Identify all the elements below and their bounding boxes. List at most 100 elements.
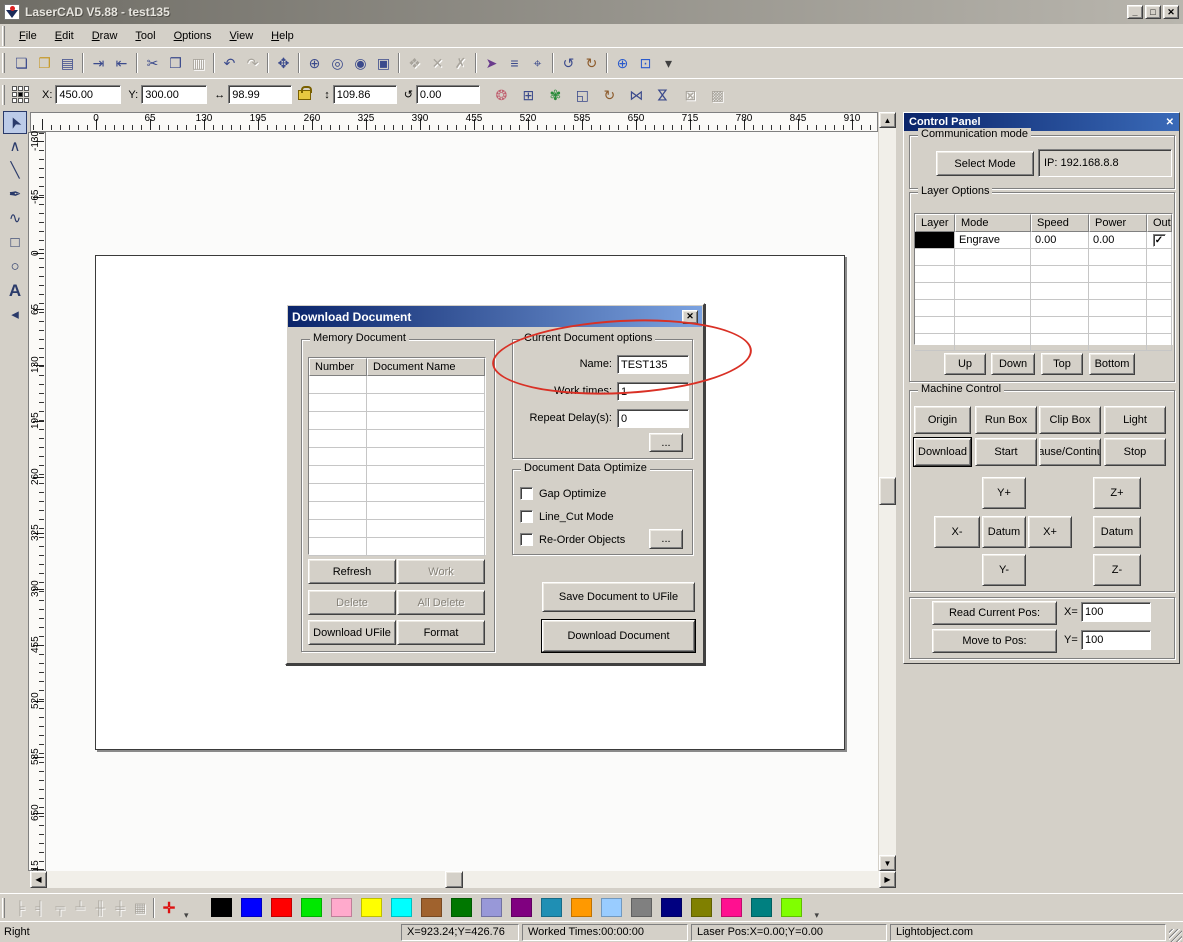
color-swatch[interactable] <box>331 898 352 917</box>
repeat-delay-input[interactable] <box>617 409 689 428</box>
jog-z-z--button[interactable]: Z- <box>1093 554 1141 586</box>
export-file-icon[interactable]: ⇤ <box>110 52 133 74</box>
work-times-input[interactable] <box>617 382 689 401</box>
layer-table[interactable]: LayerModeSpeedPowerOut...Engrave0.000.00… <box>914 213 1173 345</box>
mirror-vertical-icon[interactable]: ⋈ <box>652 84 675 106</box>
jog-y-plus-button[interactable]: Y+ <box>982 477 1026 509</box>
download-ufile-button[interactable]: Download UFile <box>308 620 396 645</box>
palette-overflow-icon[interactable]: ▾ <box>815 910 820 921</box>
layer-top-button[interactable]: Top <box>1041 353 1083 375</box>
aspect-lock-icon[interactable] <box>298 90 311 100</box>
color-swatch[interactable] <box>721 898 742 917</box>
start-button[interactable]: Start <box>975 438 1037 466</box>
stamp-icon[interactable]: ❂ <box>490 84 513 106</box>
color-swatch[interactable] <box>211 898 232 917</box>
ellipse-tool[interactable]: ○ <box>3 255 27 278</box>
copy-icon[interactable]: ❐ <box>164 52 187 74</box>
color-swatch[interactable] <box>241 898 262 917</box>
pick-tool-icon[interactable]: ➤ <box>480 52 503 74</box>
color-swatch[interactable] <box>541 898 562 917</box>
color-swatch[interactable] <box>631 898 652 917</box>
minimize-button[interactable]: _ <box>1127 5 1143 19</box>
jog-x-plus-button[interactable]: X+ <box>1028 516 1072 548</box>
text-tool[interactable]: A <box>3 279 27 302</box>
rotation-input[interactable] <box>416 85 480 104</box>
rotate-object-icon[interactable]: ↻ <box>598 84 621 106</box>
format-button[interactable]: Format <box>397 620 485 645</box>
open-file-icon[interactable]: ❐ <box>33 52 56 74</box>
toolbar-overflow-icon[interactable]: ▾ <box>657 52 680 74</box>
clip-box-button[interactable]: Clip Box <box>1039 406 1101 434</box>
color-swatch[interactable] <box>691 898 712 917</box>
width-input[interactable] <box>228 85 292 104</box>
menu-draw[interactable]: Draw <box>83 27 127 45</box>
mirror-horizontal-icon[interactable]: ⋈ <box>625 84 648 106</box>
close-button[interactable]: ✕ <box>1163 5 1179 19</box>
color-swatch[interactable] <box>301 898 322 917</box>
layer-down-button[interactable]: Down <box>991 353 1035 375</box>
zoom-page-icon[interactable]: ▣ <box>372 52 395 74</box>
color-swatch[interactable] <box>571 898 592 917</box>
layer-row[interactable]: Engrave0.000.00✓ <box>915 232 1172 249</box>
jog-z-datum-button[interactable]: Datum <box>1093 516 1141 548</box>
scroll-up-arrow[interactable]: ▲ <box>879 112 896 128</box>
network-icon[interactable]: ⊕ <box>611 52 634 74</box>
zoom-pick-icon[interactable]: ⌖ <box>526 52 549 74</box>
color-swatch[interactable] <box>601 898 622 917</box>
color-swatch[interactable] <box>421 898 442 917</box>
scroll-right-arrow[interactable]: ▶ <box>879 871 896 888</box>
download-button[interactable]: Download <box>914 438 971 466</box>
move-to-pos-button[interactable]: Move to Pos: <box>932 629 1057 653</box>
color-swatch[interactable] <box>781 898 802 917</box>
line_cut-mode-checkbox[interactable] <box>520 510 533 523</box>
download-document-button[interactable]: Download Document <box>542 620 695 652</box>
horizontal-scroll-thumb[interactable] <box>445 871 463 888</box>
line-tool[interactable]: ╲ <box>3 159 27 182</box>
memory-document-table[interactable]: NumberDocument Name <box>308 357 486 555</box>
display-icon[interactable]: ⊡ <box>634 52 657 74</box>
cut-icon[interactable]: ✂ <box>141 52 164 74</box>
scroll-left-arrow[interactable]: ◀ <box>30 871 47 888</box>
pan-icon[interactable]: ✥ <box>272 52 295 74</box>
options-more-button[interactable]: ... <box>649 433 683 452</box>
zoom-all-icon[interactable]: ◉ <box>349 52 372 74</box>
save-file-icon[interactable]: ▤ <box>56 52 79 74</box>
reorder-more-button[interactable]: ... <box>649 529 683 549</box>
color-swatch[interactable] <box>451 898 472 917</box>
layer-bottom-button[interactable]: Bottom <box>1089 353 1135 375</box>
select-tool[interactable]: ➤ <box>3 111 27 134</box>
menu-tool[interactable]: Tool <box>126 27 164 45</box>
curve-tool[interactable]: ∿ <box>3 207 27 230</box>
color-swatch[interactable] <box>271 898 292 917</box>
color-swatch[interactable] <box>661 898 682 917</box>
run-box-button[interactable]: Run Box <box>975 406 1037 434</box>
dialog-title-bar[interactable]: Download Document ✕ <box>288 306 702 327</box>
color-swatch[interactable] <box>511 898 532 917</box>
refresh-button[interactable]: Refresh <box>308 559 396 584</box>
color-swatch[interactable] <box>481 898 502 917</box>
jog-y-minus-button[interactable]: Y- <box>982 554 1026 586</box>
stop-button[interactable]: Stop <box>1104 438 1166 466</box>
nest-icon[interactable]: ✾ <box>544 84 567 106</box>
menu-help[interactable]: Help <box>262 27 303 45</box>
pos-y-input[interactable] <box>1081 630 1151 650</box>
vertical-scrollbar[interactable]: ▲ ▼ <box>879 112 896 871</box>
undo-icon[interactable]: ↶ <box>218 52 241 74</box>
rotate-circle-icon[interactable]: ↻ <box>580 52 603 74</box>
dialog-close-button[interactable]: ✕ <box>682 310 698 324</box>
resize-grip[interactable] <box>1169 929 1182 942</box>
document-name-input[interactable] <box>617 355 689 374</box>
rectangle-tool[interactable]: □ <box>3 231 27 254</box>
pause-continue-button[interactable]: Pause/Continue <box>1039 438 1101 466</box>
object-list-icon[interactable]: ≡ <box>503 52 526 74</box>
menu-file[interactable]: File <box>10 27 46 45</box>
node-edit-tool[interactable]: ∧ <box>3 135 27 158</box>
layer-output-checkbox[interactable]: ✓ <box>1153 234 1166 247</box>
new-document-icon[interactable]: ❏ <box>10 52 33 74</box>
anchor-point-selector[interactable] <box>12 86 29 103</box>
zoom-in-icon[interactable]: ⊕ <box>303 52 326 74</box>
corner-anchor-icon[interactable]: ◱ <box>571 84 594 106</box>
pen-tool[interactable]: ✒ <box>3 183 27 206</box>
pos-x-input[interactable] <box>1081 602 1151 622</box>
light-button[interactable]: Light <box>1104 406 1166 434</box>
